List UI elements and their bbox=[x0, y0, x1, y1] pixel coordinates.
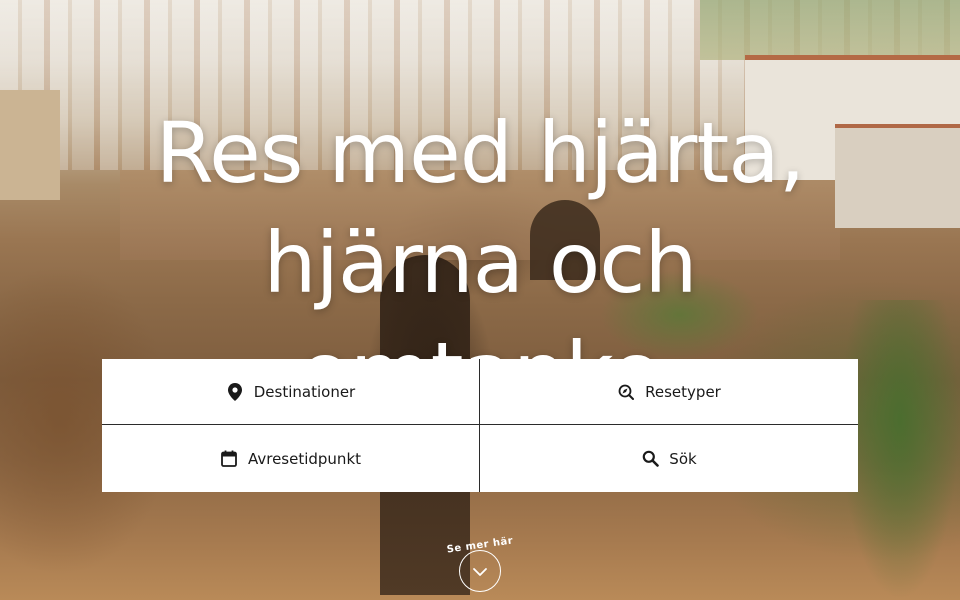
scroll-more-link[interactable]: Se mer här bbox=[440, 532, 520, 598]
trip-search-panel: Destinationer Resetyper Avresetidpunkt S… bbox=[102, 359, 858, 492]
map-pin-icon bbox=[226, 382, 244, 401]
magnifier-icon bbox=[641, 450, 659, 468]
hero-headline-line-1: Res med hjärta, bbox=[155, 104, 806, 202]
search-label: Sök bbox=[669, 449, 697, 468]
chevron-down-icon bbox=[472, 562, 488, 581]
hero-headline-line-2: hjärna och bbox=[263, 214, 697, 312]
departure-date-button[interactable]: Avresetidpunkt bbox=[102, 425, 480, 492]
hero-distant-hills bbox=[700, 0, 960, 60]
calendar-icon bbox=[220, 450, 238, 468]
destinations-button[interactable]: Destinationer bbox=[102, 359, 480, 425]
search-button[interactable]: Sök bbox=[480, 425, 858, 492]
compass-search-icon bbox=[617, 383, 635, 401]
departure-label: Avresetidpunkt bbox=[247, 449, 362, 468]
destinations-label: Destinationer bbox=[253, 382, 356, 401]
trip-types-button[interactable]: Resetyper bbox=[480, 359, 858, 425]
trip-types-label: Resetyper bbox=[645, 382, 721, 401]
scroll-more-button[interactable] bbox=[459, 550, 501, 592]
